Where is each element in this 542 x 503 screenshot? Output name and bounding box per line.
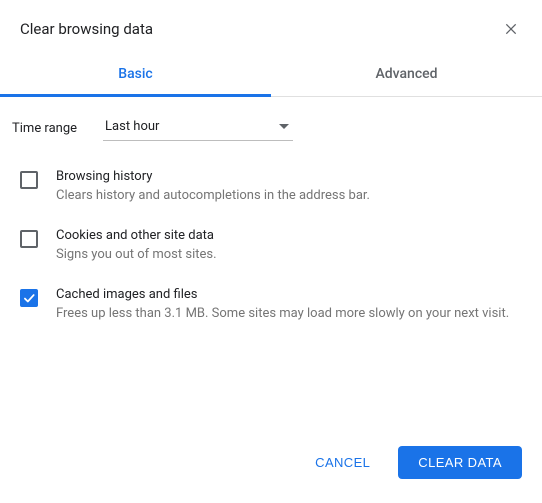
time-range-value: Last hour [105, 119, 159, 134]
dialog-title: Clear browsing data [20, 20, 153, 38]
option-title: Cookies and other site data [56, 228, 217, 243]
option-text: Cookies and other site data Signs you ou… [56, 228, 217, 265]
checkbox-browsing-history[interactable] [20, 171, 38, 189]
option-desc: Frees up less than 3.1 MB. Some sites ma… [56, 305, 509, 324]
dialog-content: Time range Last hour Browsing history Cl… [0, 97, 542, 432]
option-row-cookies: Cookies and other site data Signs you ou… [12, 228, 522, 265]
clear-browsing-data-dialog: Clear browsing data Basic Advanced Time … [0, 0, 542, 503]
option-row-browsing-history: Browsing history Clears history and auto… [12, 169, 522, 206]
option-title: Browsing history [56, 169, 370, 184]
time-range-label: Time range [12, 121, 77, 136]
time-range-select[interactable]: Last hour [103, 115, 293, 141]
clear-data-button[interactable]: CLEAR DATA [398, 446, 522, 479]
option-text: Browsing history Clears history and auto… [56, 169, 370, 206]
cancel-button[interactable]: CANCEL [295, 446, 390, 479]
tab-basic[interactable]: Basic [0, 54, 271, 96]
close-button[interactable] [500, 18, 522, 40]
dialog-footer: CANCEL CLEAR DATA [0, 432, 542, 503]
close-icon [504, 22, 518, 36]
tab-advanced[interactable]: Advanced [271, 54, 542, 96]
time-range-row: Time range Last hour [12, 115, 522, 141]
chevron-down-icon [279, 124, 289, 129]
option-title: Cached images and files [56, 287, 509, 302]
option-desc: Signs you out of most sites. [56, 246, 217, 265]
check-icon [22, 291, 36, 305]
option-text: Cached images and files Frees up less th… [56, 287, 509, 324]
checkbox-cookies[interactable] [20, 230, 38, 248]
checkbox-cached[interactable] [20, 289, 38, 307]
option-desc: Clears history and autocompletions in th… [56, 187, 370, 206]
dialog-header: Clear browsing data [0, 0, 542, 54]
tabs: Basic Advanced [0, 54, 542, 97]
option-row-cached: Cached images and files Frees up less th… [12, 287, 522, 324]
